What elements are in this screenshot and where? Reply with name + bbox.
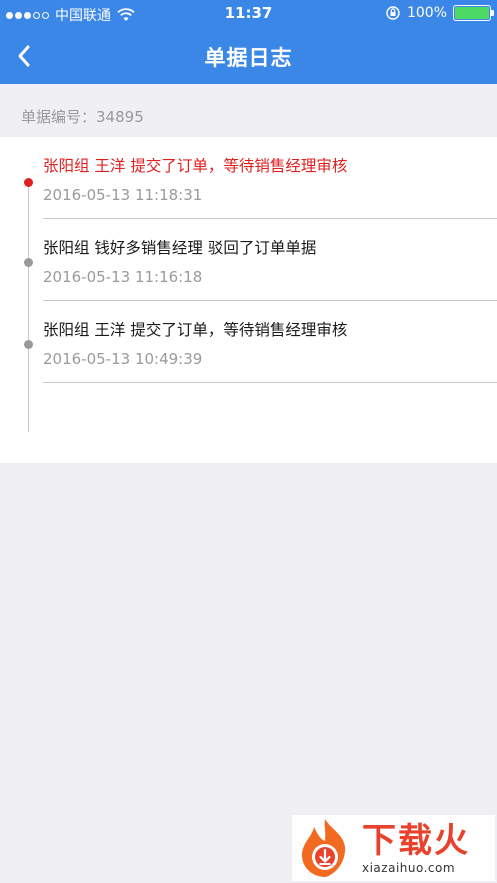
log-item: 张阳组 钱好多销售经理 驳回了订单单据 2016-05-13 11:16:18: [0, 219, 497, 301]
timeline-dot: [24, 340, 33, 349]
order-number-label: 单据编号：: [21, 108, 97, 126]
watermark-url: xiazaihuo.com: [362, 861, 456, 875]
divider: [43, 382, 497, 383]
order-number-row: 单据编号：34895: [0, 102, 497, 136]
order-number-value: 34895: [96, 108, 144, 126]
app-header: 中国联通 11:37 100% 单据日志: [0, 0, 497, 84]
battery-icon: [453, 5, 494, 21]
battery-fill: [455, 7, 489, 19]
log-time: 2016-05-13 11:16:18: [43, 268, 203, 286]
log-text: 张阳组 王洋 提交了订单，等待销售经理审核: [43, 321, 348, 339]
log-text: 张阳组 王洋 提交了订单，等待销售经理审核: [43, 157, 348, 175]
flame-logo-icon: [302, 819, 346, 877]
watermark: 下载火 xiazaihuo.com: [292, 815, 495, 881]
timeline-dot: [24, 258, 33, 267]
nav-bar: 单据日志: [0, 28, 497, 84]
timeline-dot-active: [24, 178, 33, 187]
battery-percent: 100%: [406, 5, 447, 21]
log-text: 张阳组 钱好多销售经理 驳回了订单单据: [43, 239, 317, 257]
log-time: 2016-05-13 11:18:31: [43, 186, 203, 204]
status-right: 100%: [385, 5, 494, 21]
log-time: 2016-05-13 10:49:39: [43, 350, 203, 368]
log-list: 张阳组 王洋 提交了订单，等待销售经理审核 2016-05-13 11:18:3…: [0, 137, 497, 463]
log-item: 张阳组 王洋 提交了订单，等待销售经理审核 2016-05-13 11:18:3…: [0, 137, 497, 219]
page-title: 单据日志: [204, 46, 293, 70]
status-bar: 中国联通 11:37 100%: [0, 0, 497, 28]
orientation-lock-icon: [386, 6, 400, 20]
log-item: 张阳组 王洋 提交了订单，等待销售经理审核 2016-05-13 10:49:3…: [0, 301, 497, 383]
watermark-logo-text: 下载火: [362, 821, 470, 861]
